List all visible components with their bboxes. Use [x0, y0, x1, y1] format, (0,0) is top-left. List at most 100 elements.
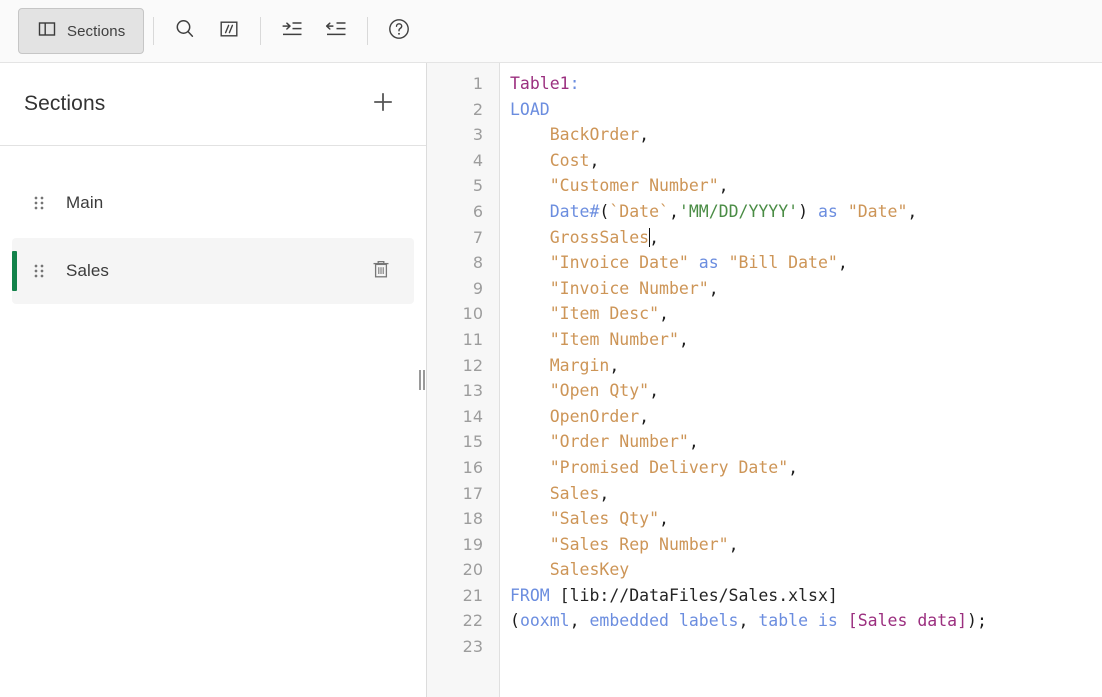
- line-number: 10: [462, 304, 483, 324]
- line-number: 12: [462, 355, 483, 375]
- code-token: Margin: [549, 355, 610, 375]
- editor-toolbar: Sections: [0, 0, 1102, 63]
- code-token: [lib://DataFiles/Sales.xlsx]: [549, 585, 838, 605]
- code-token: ,: [708, 278, 719, 298]
- code-editor[interactable]: 1 2 3 4 5 6 7 8 9 10 11 12 13 14 15 16 17 18 19 20 21 22 23 Ta…: [427, 63, 1102, 697]
- code-token: ooxml: [519, 611, 570, 631]
- code-line[interactable]: Cost,: [510, 148, 1102, 174]
- code-token: "Item Number": [549, 329, 679, 349]
- line-number: 4: [472, 150, 483, 170]
- code-token: ,: [639, 406, 650, 426]
- section-item-main[interactable]: Main: [12, 170, 414, 236]
- toolbar-divider-3: [367, 17, 369, 45]
- code-token: ,: [668, 201, 679, 221]
- code-content[interactable]: Table1: LOAD BackOrder, Cost, "Customer N…: [500, 63, 1102, 697]
- code-token: Cost: [549, 150, 590, 170]
- code-token: ,: [639, 125, 650, 145]
- code-token: ,: [589, 150, 600, 170]
- code-token: "Sales Qty": [549, 509, 660, 529]
- code-line[interactable]: Margin,: [510, 353, 1102, 379]
- delete-section-button[interactable]: [368, 258, 394, 284]
- code-line[interactable]: "Sales Rep Number",: [510, 532, 1102, 558]
- code-line[interactable]: FROM [lib://DataFiles/Sales.xlsx]: [510, 583, 1102, 609]
- line-number: 5: [472, 176, 483, 196]
- code-line[interactable]: BackOrder,: [510, 122, 1102, 148]
- code-token: ): [798, 201, 809, 221]
- code-line[interactable]: SalesKey: [510, 557, 1102, 583]
- add-section-button[interactable]: [366, 87, 400, 121]
- panel-layout-icon: [37, 19, 57, 44]
- code-line[interactable]: (ooxml, embedded labels, table is [Sales…: [510, 608, 1102, 634]
- code-token: "Bill Date": [728, 253, 838, 273]
- code-token: "Invoice Number": [549, 278, 709, 298]
- section-item-sales[interactable]: Sales: [12, 238, 414, 304]
- panel-splitter[interactable]: [417, 369, 427, 391]
- code-token: Table1: [510, 74, 570, 93]
- code-token: "Promised Delivery Date": [549, 457, 789, 477]
- section-label: Sales: [66, 261, 110, 280]
- code-token: ,: [688, 432, 699, 452]
- line-number: 18: [462, 509, 483, 529]
- code-line[interactable]: Table1:: [510, 71, 1102, 97]
- comment-button[interactable]: [207, 9, 251, 53]
- code-token: "Invoice Date": [549, 253, 689, 273]
- code-token: ,: [907, 201, 918, 221]
- sections-toggle-button[interactable]: Sections: [18, 8, 145, 54]
- code-token: "Item Desc": [549, 304, 660, 324]
- code-line[interactable]: "Open Qty",: [510, 378, 1102, 404]
- code-line[interactable]: "Item Number",: [510, 327, 1102, 353]
- code-line[interactable]: "Invoice Number",: [510, 276, 1102, 302]
- code-token: ,: [678, 329, 689, 349]
- code-token: ,: [728, 534, 739, 554]
- outdent-button[interactable]: [314, 9, 358, 53]
- help-button[interactable]: [377, 9, 421, 53]
- plus-icon: [370, 89, 396, 120]
- indent-right-icon: [279, 17, 305, 46]
- code-line[interactable]: Date#(`Date`,'MM/DD/YYYY') as "Date",: [510, 199, 1102, 225]
- line-number: 15: [462, 432, 483, 452]
- code-line[interactable]: "Promised Delivery Date",: [510, 455, 1102, 481]
- line-number: 7: [472, 227, 483, 247]
- line-number: 2: [472, 99, 483, 119]
- code-line[interactable]: OpenOrder,: [510, 404, 1102, 430]
- code-line[interactable]: Sales,: [510, 481, 1102, 507]
- section-list: Main Sales: [0, 146, 426, 304]
- code-line[interactable]: "Item Desc",: [510, 301, 1102, 327]
- code-token: ,: [649, 227, 660, 247]
- search-button[interactable]: [163, 9, 207, 53]
- sections-title: Sections: [24, 92, 106, 115]
- drag-handle-icon[interactable]: [30, 261, 48, 281]
- indent-button[interactable]: [270, 9, 314, 53]
- code-token: "Open Qty": [549, 381, 650, 401]
- code-line[interactable]: "Customer Number",: [510, 173, 1102, 199]
- drag-handle-icon[interactable]: [30, 193, 48, 213]
- code-line[interactable]: [510, 634, 1102, 660]
- code-token: FROM: [510, 585, 550, 605]
- sections-sidebar: Sections Main Sales: [0, 63, 427, 697]
- code-token: ,: [599, 483, 610, 503]
- trash-icon: [371, 258, 391, 285]
- code-line[interactable]: "Invoice Date" as "Bill Date",: [510, 250, 1102, 276]
- line-number: 23: [462, 637, 483, 657]
- code-token: );: [967, 611, 987, 631]
- line-number: 22: [462, 611, 483, 631]
- code-line[interactable]: "Order Number",: [510, 429, 1102, 455]
- code-line[interactable]: GrossSales,: [510, 225, 1102, 251]
- help-question-icon: [386, 16, 412, 47]
- line-number: 3: [472, 125, 483, 145]
- code-line[interactable]: "Sales Qty",: [510, 506, 1102, 532]
- code-line[interactable]: LOAD: [510, 97, 1102, 123]
